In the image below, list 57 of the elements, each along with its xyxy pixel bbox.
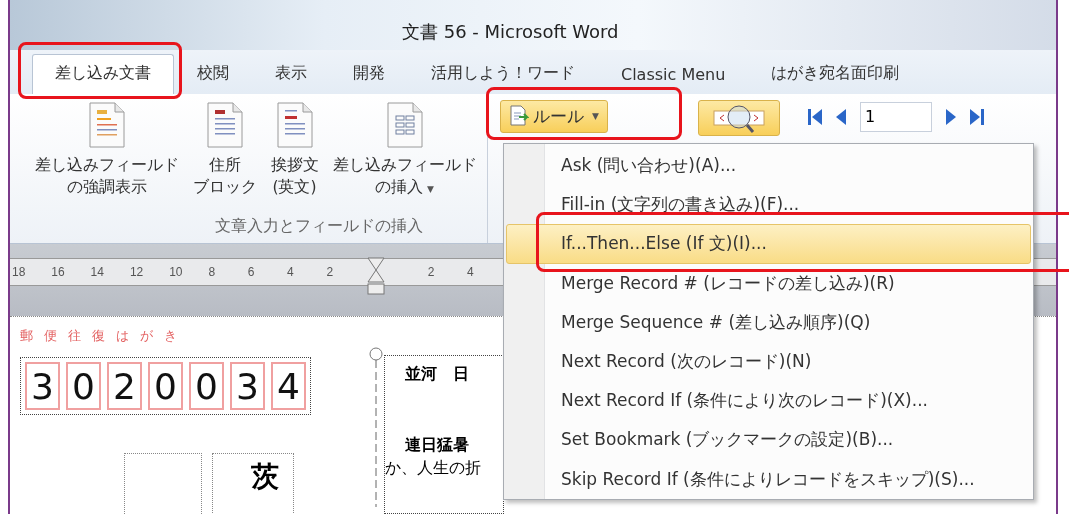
ruler-number: 16 <box>51 264 66 279</box>
menu-item[interactable]: Merge Record # (レコードの差し込み)(R) <box>506 263 1031 303</box>
rules-button[interactable]: ルール ▼ <box>500 99 608 133</box>
ribbon-tab[interactable]: 校閲 <box>174 53 252 94</box>
ruler-number: 4 <box>287 264 295 279</box>
postal-code-digit: 2 <box>107 362 142 410</box>
previous-record-icon[interactable] <box>836 107 846 126</box>
group-label: 文章入力とフィールドの挿入 <box>214 215 423 237</box>
ribbon-tab[interactable]: 活用しよう！ワード <box>408 53 598 94</box>
ruler-number: 6 <box>247 264 256 279</box>
preview-results-button[interactable] <box>698 99 780 136</box>
address-text: 茨 <box>251 459 279 495</box>
menu-item[interactable]: Next Record If (条件により次のレコード)(X)... <box>506 381 1031 421</box>
document-icon <box>206 101 243 148</box>
last-record-icon[interactable] <box>970 107 984 126</box>
ribbon-tab[interactable]: 表示 <box>252 53 330 94</box>
menu-item[interactable]: Next Record (次のレコード)(N) <box>506 341 1031 382</box>
next-record-icon[interactable] <box>946 107 956 126</box>
menu-item[interactable]: Ask (問い合わせ)(A)... <box>506 146 1031 186</box>
card-label: 郵便往復はがき <box>20 327 189 345</box>
postal-code-digit: 0 <box>189 362 224 410</box>
menu-item[interactable]: If...Then...Else (If 文)(I)... <box>506 224 1031 264</box>
postal-code-digit: 4 <box>271 362 306 410</box>
record-number-field[interactable]: 1 <box>860 101 932 132</box>
ribbon-button[interactable]: 挨拶文 (英文) <box>270 153 319 198</box>
postal-code-digit: 0 <box>66 362 101 410</box>
indent-marker-icon[interactable] <box>365 256 386 297</box>
letter-text: 連日猛暑 <box>405 435 470 456</box>
document-icon <box>88 101 125 148</box>
ribbon-tab[interactable]: 開発 <box>330 53 408 94</box>
document-icon <box>276 101 313 148</box>
ribbon-tab[interactable]: 差し込み文書 <box>32 53 174 94</box>
ruler-number: 4 <box>466 264 475 279</box>
ruler-number: 2 <box>427 264 436 279</box>
postal-code-digit: 0 <box>148 362 183 410</box>
document-arrow-icon <box>509 105 529 128</box>
postal-code-digit: 3 <box>230 362 265 410</box>
letter-text: 並河 日 <box>405 364 470 385</box>
postal-code-digit: 3 <box>25 362 60 410</box>
letter-text: か、人生の折 <box>385 458 482 479</box>
ruler-number: 14 <box>90 264 105 279</box>
ribbon-button[interactable]: 住所 ブロック <box>192 153 257 198</box>
ribbon-button[interactable]: 差し込みフィールド の強調表示 <box>34 153 179 198</box>
ribbon-tab[interactable]: Classic Menu <box>598 55 749 94</box>
menu-item[interactable]: Set Bookmark (ブックマークの設定)(B)... <box>506 420 1031 460</box>
menu-item[interactable]: Merge Sequence # (差し込み順序)(Q) <box>506 302 1031 342</box>
ribbon-tab[interactable]: はがき宛名面印刷 <box>748 53 923 94</box>
ruler-number: 18 <box>12 264 27 279</box>
ruler-number: 2 <box>326 264 335 279</box>
window-title: 文書 56 - Microsoft Word <box>402 19 619 44</box>
ruler-number: 10 <box>169 264 184 279</box>
ruler-number: 12 <box>129 264 145 279</box>
document-icon <box>386 101 423 148</box>
ribbon-button[interactable]: 差し込みフィールド の挿入 ▼ <box>332 153 477 200</box>
first-record-icon[interactable] <box>808 107 822 126</box>
menu-item[interactable]: Skip Record If (条件によりレコードをスキップ)(S)... <box>506 459 1031 499</box>
ruler-number: 8 <box>208 264 217 279</box>
